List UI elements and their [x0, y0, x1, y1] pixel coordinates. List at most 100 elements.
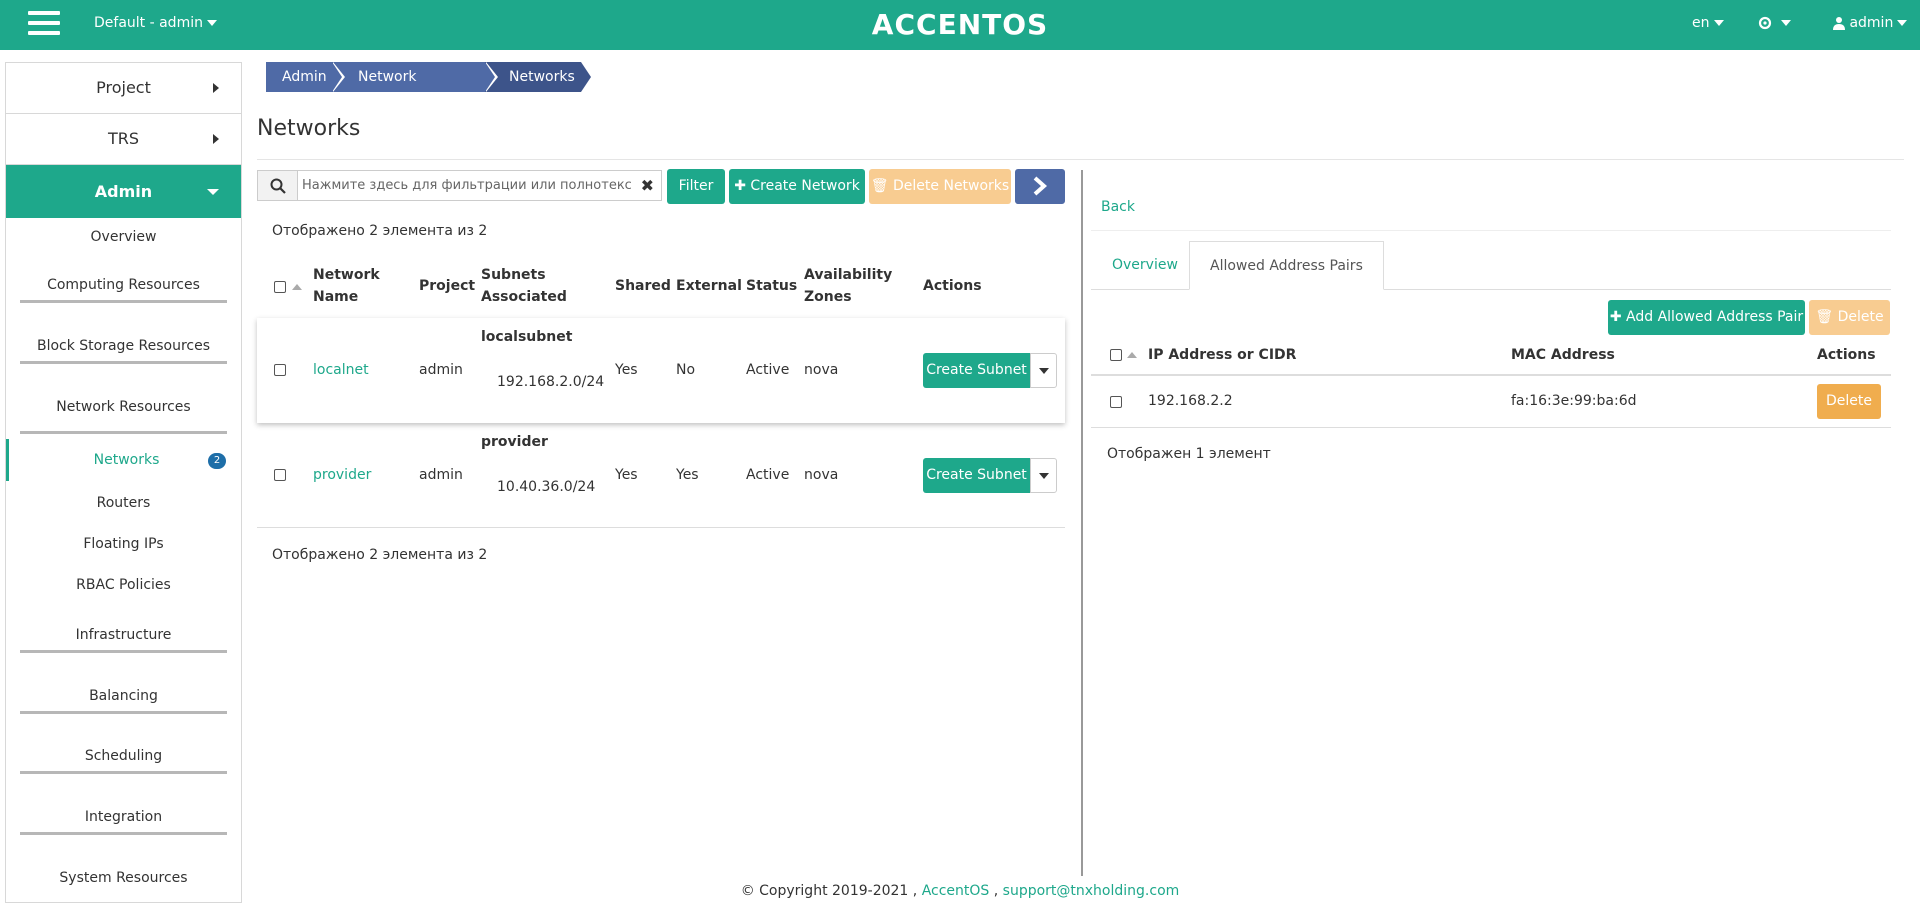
column-header-external[interactable]: External — [676, 275, 742, 297]
sidebar-item-computing-resources[interactable]: Computing Resources — [6, 277, 241, 303]
row-actions-dropdown[interactable] — [1030, 353, 1057, 388]
shared-cell: Yes — [615, 467, 638, 483]
breadcrumb-networks: Networks — [485, 62, 594, 92]
footer: © Copyright 2019-2021 , AccentOS , suppo… — [0, 883, 1920, 899]
caret-down-icon — [1039, 368, 1049, 374]
row-checkbox[interactable] — [1110, 396, 1122, 408]
sidebar-item-overview[interactable]: Overview — [6, 229, 241, 245]
settings-menu[interactable] — [1757, 0, 1791, 50]
add-pair-label: Add Allowed Address Pair — [1626, 309, 1804, 325]
sidebar-item-block-storage[interactable]: Block Storage Resources — [6, 338, 241, 364]
project-cell: admin — [419, 467, 463, 483]
external-cell: No — [676, 362, 696, 378]
subnet-name: localsubnet — [481, 329, 573, 345]
network-name-link[interactable]: provider — [313, 467, 371, 483]
sidebar-item-project[interactable]: Project — [6, 63, 241, 114]
trash-icon: 🗑 — [870, 178, 889, 194]
sort-asc-icon[interactable] — [292, 284, 302, 290]
sidebar-item-floating-ips[interactable]: Floating IPs — [6, 536, 241, 552]
search-icon — [270, 178, 286, 194]
tab-allowed-address-pairs[interactable]: Allowed Address Pairs — [1189, 241, 1384, 290]
row-checkbox[interactable] — [274, 364, 286, 376]
sidebar-item-trs[interactable]: TRS — [6, 114, 241, 165]
sidebar-item-integration[interactable]: Integration — [6, 809, 241, 835]
sidebar-item-rbac-policies[interactable]: RBAC Policies — [6, 577, 241, 593]
back-link[interactable]: Back — [1101, 199, 1135, 215]
delete-pairs-label: Delete — [1837, 309, 1884, 325]
add-allowed-address-pair-button[interactable]: ✚ Add Allowed Address Pair — [1608, 300, 1805, 335]
page-title: Networks — [257, 116, 361, 141]
divider — [1091, 230, 1891, 231]
sidebar-item-scheduling[interactable]: Scheduling — [6, 748, 241, 774]
search-button[interactable] — [258, 171, 298, 200]
footer-separator: , — [993, 883, 999, 899]
delete-networks-button[interactable]: 🗑 Delete Networks — [869, 169, 1011, 204]
divider — [1091, 427, 1891, 428]
sidebar: Project TRS Admin Overview Computing Res… — [5, 62, 242, 903]
chevron-down-icon — [1713, 20, 1724, 26]
column-header-shared[interactable]: Shared — [615, 275, 671, 297]
breadcrumb-admin[interactable]: Admin — [266, 62, 345, 92]
chevron-right-icon — [213, 134, 219, 144]
external-cell: Yes — [676, 467, 699, 483]
sort-asc-icon[interactable] — [1127, 352, 1137, 358]
detail-items-count: Отображен 1 элемент — [1107, 446, 1271, 462]
select-all-checkbox[interactable] — [1110, 349, 1122, 361]
sidebar-item-label: TRS — [107, 129, 140, 148]
create-network-button[interactable]: ✚ Create Network — [729, 169, 865, 204]
search-bar: ✖ — [257, 170, 662, 201]
plus-icon: ✚ — [1609, 309, 1622, 325]
filter-button[interactable]: Filter — [667, 169, 725, 204]
sidebar-item-network-resources[interactable]: Network Resources — [6, 399, 241, 434]
select-all-checkbox[interactable] — [274, 281, 286, 293]
panel-divider[interactable] — [1081, 170, 1083, 876]
az-cell: nova — [804, 362, 839, 378]
toggle-detail-button[interactable] — [1015, 169, 1065, 204]
project-cell: admin — [419, 362, 463, 378]
clear-icon[interactable]: ✖ — [641, 176, 654, 195]
sidebar-item-infrastructure[interactable]: Infrastructure — [6, 627, 241, 653]
column-header-availability-zones[interactable]: Availability Zones — [804, 264, 892, 308]
sidebar-item-admin[interactable]: Admin — [6, 165, 241, 218]
top-navbar: Default - admin ACCENTOS en admin — [0, 0, 1920, 50]
sidebar-item-networks[interactable]: Networks 2 — [6, 439, 241, 481]
column-header-project[interactable]: Project — [419, 275, 475, 297]
divider — [257, 159, 1904, 160]
status-cell: Active — [746, 362, 790, 378]
networks-count-badge: 2 — [208, 453, 226, 469]
create-subnet-button[interactable]: Create Subnet — [923, 353, 1030, 388]
copyright-text: © Copyright 2019-2021 , — [740, 883, 918, 899]
network-name-link[interactable]: localnet — [313, 362, 369, 378]
delete-pairs-button[interactable]: 🗑 Delete — [1809, 300, 1890, 335]
chevron-down-icon — [207, 189, 219, 195]
delete-row-button[interactable]: Delete — [1817, 384, 1881, 419]
language-selector[interactable]: en — [1692, 0, 1724, 50]
caret-down-icon — [1039, 473, 1049, 479]
sidebar-item-routers[interactable]: Routers — [6, 495, 241, 511]
status-cell: Active — [746, 467, 790, 483]
az-cell: nova — [804, 467, 839, 483]
divider — [257, 527, 1065, 528]
subnet-cidr: 10.40.36.0/24 — [497, 479, 596, 495]
user-menu[interactable]: admin — [1833, 0, 1908, 50]
column-header-mac[interactable]: MAC Address — [1511, 344, 1615, 366]
chevron-down-icon — [1781, 20, 1791, 26]
gear-icon — [1758, 16, 1772, 30]
row-checkbox[interactable] — [274, 469, 286, 481]
create-subnet-button[interactable]: Create Subnet — [923, 458, 1030, 493]
brand-link[interactable]: AccentOS — [922, 883, 990, 899]
tab-overview[interactable]: Overview — [1112, 241, 1178, 290]
search-input[interactable] — [302, 173, 632, 198]
column-header-network-name[interactable]: Network Name — [313, 264, 380, 308]
column-header-status[interactable]: Status — [746, 275, 797, 297]
support-email-link[interactable]: support@tnxholding.com — [1003, 883, 1180, 899]
row-actions-dropdown[interactable] — [1030, 458, 1057, 493]
column-header-ip[interactable]: IP Address or CIDR — [1148, 344, 1296, 366]
sidebar-item-balancing[interactable]: Balancing — [6, 688, 241, 714]
subnet-name: provider — [481, 434, 548, 450]
accentos-logo: ACCENTOS — [871, 8, 1049, 41]
shared-cell: Yes — [615, 362, 638, 378]
chevron-right-icon — [1033, 176, 1048, 196]
breadcrumb-network-resources[interactable]: Network Resources — [332, 62, 498, 115]
plus-icon: ✚ — [734, 178, 746, 194]
